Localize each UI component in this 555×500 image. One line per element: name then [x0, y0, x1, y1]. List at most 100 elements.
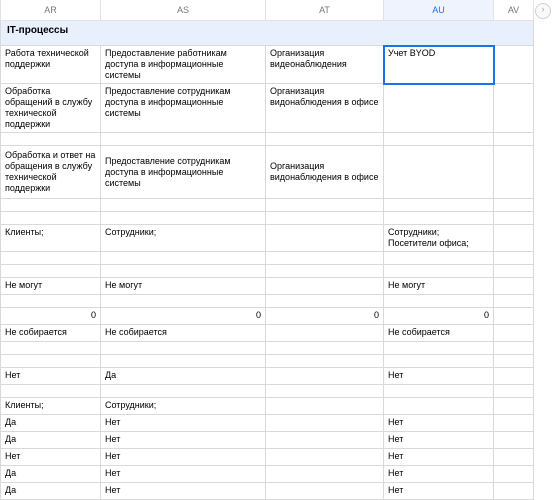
- cell-au[interactable]: Не могут: [384, 278, 494, 295]
- cell-ar[interactable]: Да: [1, 432, 101, 449]
- col-header-au[interactable]: AU: [384, 0, 494, 21]
- cell-au[interactable]: Сотрудники; Посетители офиса;: [384, 225, 494, 252]
- section-header-cell[interactable]: IT-процессы: [1, 21, 534, 46]
- cell-as[interactable]: [101, 199, 266, 212]
- col-header-ar[interactable]: AR: [1, 0, 101, 21]
- cell-au[interactable]: [384, 398, 494, 415]
- cell-at[interactable]: [266, 449, 384, 466]
- cell-av[interactable]: [494, 308, 534, 325]
- cell-ar[interactable]: Работа технической поддержки: [1, 46, 101, 84]
- cell-au[interactable]: Учет BYOD: [384, 46, 494, 84]
- cell-at[interactable]: [266, 225, 384, 252]
- cell-ar[interactable]: [1, 355, 101, 368]
- cell-au[interactable]: 0: [384, 308, 494, 325]
- cell-as[interactable]: Нет: [101, 466, 266, 483]
- cell-ar[interactable]: [1, 133, 101, 146]
- cell-ar[interactable]: [1, 342, 101, 355]
- cell-av[interactable]: [494, 355, 534, 368]
- cell-at[interactable]: Организация видеонаблюдения: [266, 46, 384, 84]
- cell-au[interactable]: [384, 385, 494, 398]
- cell-at[interactable]: [266, 398, 384, 415]
- cell-at[interactable]: [266, 295, 384, 308]
- cell-as[interactable]: [101, 342, 266, 355]
- cell-ar[interactable]: Не могут: [1, 278, 101, 295]
- cell-au[interactable]: Нет: [384, 466, 494, 483]
- cell-at[interactable]: [266, 212, 384, 225]
- expand-right-button[interactable]: ›: [535, 3, 551, 19]
- cell-as[interactable]: [101, 355, 266, 368]
- cell-ar[interactable]: [1, 212, 101, 225]
- cell-at[interactable]: Организация видонаблюдения в офисе: [266, 84, 384, 133]
- cell-av[interactable]: [494, 432, 534, 449]
- cell-av[interactable]: [494, 84, 534, 133]
- cell-ar[interactable]: Обработка обращений в службу технической…: [1, 84, 101, 133]
- cell-as[interactable]: [101, 252, 266, 265]
- cell-as[interactable]: Нет: [101, 483, 266, 500]
- cell-ar[interactable]: 0: [1, 308, 101, 325]
- cell-av[interactable]: [494, 199, 534, 212]
- cell-av[interactable]: [494, 146, 534, 199]
- cell-au[interactable]: Нет: [384, 415, 494, 432]
- cell-au[interactable]: Нет: [384, 432, 494, 449]
- cell-at[interactable]: [266, 252, 384, 265]
- cell-ar[interactable]: Да: [1, 415, 101, 432]
- cell-at[interactable]: [266, 385, 384, 398]
- cell-av[interactable]: [494, 368, 534, 385]
- cell-ar[interactable]: Не собирается: [1, 325, 101, 342]
- cell-au[interactable]: [384, 199, 494, 212]
- cell-at[interactable]: [266, 325, 384, 342]
- spreadsheet-grid[interactable]: AR AS AT AU AV IT-процессы Работа технич…: [0, 0, 534, 500]
- cell-ar[interactable]: Обработка и ответ на обращения в службу …: [1, 146, 101, 199]
- cell-at[interactable]: [266, 355, 384, 368]
- cell-as[interactable]: Сотрудники;: [101, 225, 266, 252]
- cell-av[interactable]: [494, 212, 534, 225]
- cell-au[interactable]: [384, 252, 494, 265]
- cell-ar[interactable]: [1, 265, 101, 278]
- cell-as[interactable]: Нет: [101, 415, 266, 432]
- cell-ar[interactable]: [1, 385, 101, 398]
- cell-au[interactable]: [384, 212, 494, 225]
- cell-at[interactable]: [266, 265, 384, 278]
- cell-av[interactable]: [494, 225, 534, 252]
- cell-av[interactable]: [494, 46, 534, 84]
- cell-as[interactable]: Предоставление сотрудникам доступа в инф…: [101, 146, 266, 199]
- cell-at[interactable]: 0: [266, 308, 384, 325]
- cell-av[interactable]: [494, 133, 534, 146]
- cell-ar[interactable]: Да: [1, 466, 101, 483]
- cell-at[interactable]: [266, 483, 384, 500]
- cell-ar[interactable]: Нет: [1, 368, 101, 385]
- cell-at[interactable]: [266, 133, 384, 146]
- spreadsheet-viewport[interactable]: › AR AS AT AU AV IT-процессы Работа техн…: [0, 0, 555, 500]
- cell-ar[interactable]: Нет: [1, 449, 101, 466]
- cell-au[interactable]: Нет: [384, 483, 494, 500]
- cell-ar[interactable]: [1, 199, 101, 212]
- cell-au[interactable]: [384, 146, 494, 199]
- cell-au[interactable]: Нет: [384, 449, 494, 466]
- cell-as[interactable]: Да: [101, 368, 266, 385]
- cell-av[interactable]: [494, 295, 534, 308]
- cell-as[interactable]: [101, 385, 266, 398]
- cell-au[interactable]: [384, 355, 494, 368]
- cell-au[interactable]: [384, 342, 494, 355]
- cell-as[interactable]: Сотрудники;: [101, 398, 266, 415]
- cell-ar[interactable]: Клиенты;: [1, 225, 101, 252]
- cell-as[interactable]: Нет: [101, 449, 266, 466]
- cell-as[interactable]: Не собирается: [101, 325, 266, 342]
- cell-ar[interactable]: Клиенты;: [1, 398, 101, 415]
- cell-as[interactable]: Предоставление работникам доступа в инфо…: [101, 46, 266, 84]
- cell-at[interactable]: [266, 432, 384, 449]
- cell-av[interactable]: [494, 449, 534, 466]
- cell-as[interactable]: Не могут: [101, 278, 266, 295]
- cell-av[interactable]: [494, 415, 534, 432]
- cell-au[interactable]: [384, 133, 494, 146]
- cell-as[interactable]: [101, 133, 266, 146]
- cell-at[interactable]: [266, 466, 384, 483]
- cell-at[interactable]: [266, 278, 384, 295]
- cell-au[interactable]: [384, 84, 494, 133]
- cell-au[interactable]: Нет: [384, 368, 494, 385]
- cell-as[interactable]: 0: [101, 308, 266, 325]
- cell-av[interactable]: [494, 385, 534, 398]
- col-header-at[interactable]: AT: [266, 0, 384, 21]
- cell-as[interactable]: [101, 265, 266, 278]
- cell-av[interactable]: [494, 325, 534, 342]
